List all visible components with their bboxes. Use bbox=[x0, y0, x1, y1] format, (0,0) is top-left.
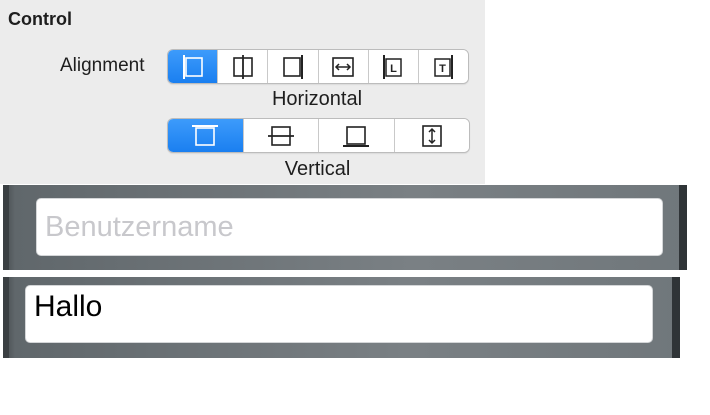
horizontal-leading-button[interactable]: L bbox=[368, 50, 419, 83]
bar-right-edge bbox=[672, 277, 680, 358]
vertical-align-bottom-button[interactable] bbox=[319, 119, 395, 152]
section-title: Control bbox=[8, 9, 72, 29]
fill-vertical-icon bbox=[421, 124, 442, 147]
vertical-caption: Vertical bbox=[284, 158, 351, 180]
horizontal-trailing-button[interactable]: T bbox=[418, 50, 468, 83]
align-trailing-icon: T bbox=[434, 54, 454, 79]
bar-right-edge bbox=[679, 185, 687, 270]
align-middle-icon bbox=[267, 125, 294, 146]
greeting-field-container bbox=[3, 277, 680, 358]
horizontal-align-right-button[interactable] bbox=[268, 50, 319, 83]
horizontal-align-left-button[interactable] bbox=[168, 50, 219, 83]
horizontal-caption: Horizontal bbox=[271, 88, 363, 110]
vertical-align-middle-button[interactable] bbox=[243, 119, 319, 152]
align-right-edge-icon bbox=[283, 54, 303, 79]
svg-text:T: T bbox=[440, 63, 447, 75]
username-field-container bbox=[3, 185, 687, 270]
bar-left-edge bbox=[3, 277, 9, 358]
control-panel: Control Alignment L T Horizontal Vertica… bbox=[0, 0, 485, 184]
greeting-input[interactable] bbox=[25, 285, 653, 343]
username-input[interactable] bbox=[36, 198, 663, 256]
svg-text:L: L bbox=[390, 63, 397, 75]
horizontal-alignment-control: L T bbox=[167, 49, 469, 84]
vertical-fill-button[interactable] bbox=[394, 119, 469, 152]
alignment-label: Alignment bbox=[60, 55, 145, 76]
horizontal-fill-button[interactable] bbox=[318, 50, 369, 83]
align-left-edge-icon bbox=[182, 54, 203, 79]
align-center-icon bbox=[232, 54, 253, 79]
align-bottom-edge-icon bbox=[343, 125, 370, 147]
horizontal-align-center-button[interactable] bbox=[218, 50, 269, 83]
align-leading-icon: L bbox=[383, 54, 403, 79]
vertical-alignment-control bbox=[167, 118, 470, 153]
vertical-align-top-button[interactable] bbox=[168, 119, 244, 152]
bar-left-edge bbox=[3, 185, 9, 270]
fill-horizontal-icon bbox=[332, 56, 354, 77]
align-top-edge-icon bbox=[192, 124, 219, 146]
